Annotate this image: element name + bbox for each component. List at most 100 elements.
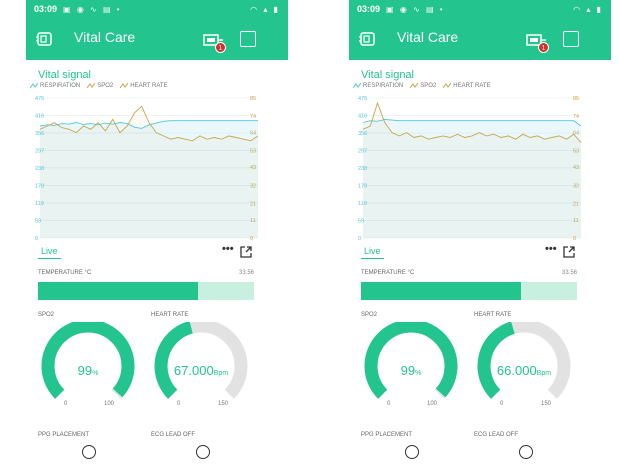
spo2-max: 100 [427,401,438,407]
left-tick-label: 475 [35,96,44,102]
heart-rate-gauge-value: 67.000Bpm [151,363,251,378]
spo2-gauge-value: 99% [361,363,461,378]
heart-rate-label: HEART RATE [151,312,189,318]
ecg-lead-off-indicator[interactable] [196,445,210,459]
ppg-placement-label: PPG PLACEMENT [361,432,413,438]
system-icons: ◠ ▴ ▮ [250,4,280,14]
legend-respiration[interactable]: RESPIRATION [30,83,80,89]
right-tick-label: 74 [573,114,579,120]
legend-label: RESPIRATION [40,83,81,89]
ppg-placement-indicator[interactable] [82,445,96,459]
more-icon[interactable]: ••• [545,243,557,255]
notification-badge: 1 [215,42,226,53]
app-bar: Vital Care 1 [26,18,288,60]
chart-legend: RESPIRATION SPO2 HEART RATE [353,83,491,89]
status-bar: 03:09 ▣ ◉ ∿ ▤ • ◠ ▴ ▮ [26,0,288,18]
temperature-value: 33.56 [562,270,578,276]
legend-spo2-icon [410,83,419,89]
chart-title: Vital signal [361,69,414,81]
spo2-gauge-value: 99% [38,363,138,378]
spo2-value: 99 [400,363,416,378]
heart-rate-value: 67.000 [173,363,214,378]
status-time: 03:09 [357,4,381,14]
temperature-value: 33.56 [239,270,255,276]
ecg-lead-off-label: ECG LEAD OFF [151,432,196,438]
heart-rate-value: 66.000 [496,363,537,378]
legend-respiration[interactable]: RESPIRATION [353,83,403,89]
legend-spo2[interactable]: SPO2 [410,83,436,89]
notification-icons: ▣ ◉ ∿ ▤ • [386,4,445,14]
temperature-bar-fill [38,282,198,300]
legend-heart-rate[interactable]: HEART RATE [120,83,168,89]
phone-screen-1: 03:09 ▣ ◉ ∿ ▤ • ◠ ▴ ▮ Vital Care 1 Vital… [26,0,288,465]
square-icon[interactable] [240,31,256,47]
legend-label: SPO2 [97,83,114,89]
system-icons: ◠ ▴ ▮ [573,4,603,14]
legend-hr-icon [443,83,452,89]
heart-rate-label: HEART RATE [474,312,512,318]
gauge-fill [41,322,135,399]
app-title: Vital Care [74,29,136,45]
temperature-bar-fill [361,282,521,300]
spo2-label: SPO2 [38,312,55,318]
legend-label: RESPIRATION [363,83,404,89]
tab-live[interactable]: Live [361,246,384,259]
chart-legend: RESPIRATION SPO2 HEART RATE [30,83,168,89]
heart-rate-max: 150 [218,401,229,407]
temperature-label: TEMPERATURE °C [361,270,415,276]
legend-spo2-icon [87,83,96,89]
temperature-bar [361,282,577,300]
heart-rate-gauge-value: 66.000Bpm [474,363,574,378]
ecg-lead-off-indicator[interactable] [519,445,533,459]
spo2-unit: % [415,370,422,377]
heart-rate-unit: Bpm [536,370,552,377]
right-tick-label: 85 [250,96,256,102]
right-tick-label: 85 [573,96,579,102]
gauge-fill [154,322,194,399]
legend-hr-icon [120,83,129,89]
status-bar: 03:09 ▣ ◉ ∿ ▤ • ◠ ▴ ▮ [349,0,611,18]
ecg-lead-off-label: ECG LEAD OFF [474,432,519,438]
notification-badge: 1 [538,42,549,53]
more-icon[interactable]: ••• [222,243,234,255]
back-device-icon[interactable] [36,30,54,48]
legend-heart-rate[interactable]: HEART RATE [443,83,491,89]
ppg-placement-indicator[interactable] [405,445,419,459]
gauge-fill [477,322,515,399]
temperature-label: TEMPERATURE °C [38,270,92,276]
spo2-unit: % [92,370,99,377]
spo2-min: 0 [64,401,68,407]
legend-label: HEART RATE [453,83,491,89]
ppg-placement-label: PPG PLACEMENT [38,432,90,438]
legend-resp-icon [353,83,361,89]
legend-spo2[interactable]: SPO2 [87,83,113,89]
left-tick-label: 0 [358,236,361,242]
right-tick-label: 74 [250,114,256,120]
temperature-bar [38,282,254,300]
heart-rate-min: 0 [500,401,504,407]
legend-resp-icon [30,83,38,89]
legend-label: HEART RATE [130,83,168,89]
spo2-value: 99 [77,363,93,378]
spo2-min: 0 [387,401,391,407]
app-title: Vital Care [397,29,459,45]
share-icon[interactable] [240,246,252,258]
share-icon[interactable] [563,246,575,258]
app-bar: Vital Care 1 [349,18,611,60]
back-device-icon[interactable] [359,30,377,48]
heart-rate-unit: Bpm [213,370,229,377]
status-time: 03:09 [34,4,58,14]
vital-signal-chart[interactable]: 0591191782382973564164750112132435364748… [349,92,611,244]
notification-icons: ▣ ◉ ∿ ▤ • [63,4,122,14]
left-tick-label: 0 [35,236,38,242]
square-icon[interactable] [563,31,579,47]
left-tick-label: 475 [358,96,367,102]
left-tick-label: 416 [358,113,367,119]
phone-screen-2: 03:09 ▣ ◉ ∿ ▤ • ◠ ▴ ▮ Vital Care 1 Vital… [349,0,611,465]
chart-title: Vital signal [38,69,91,81]
heart-rate-max: 150 [541,401,552,407]
spo2-label: SPO2 [361,312,378,318]
heart-rate-min: 0 [177,401,181,407]
tab-live[interactable]: Live [38,246,61,259]
vital-signal-chart[interactable]: 0591191782382973564164750112132435364748… [26,92,288,244]
